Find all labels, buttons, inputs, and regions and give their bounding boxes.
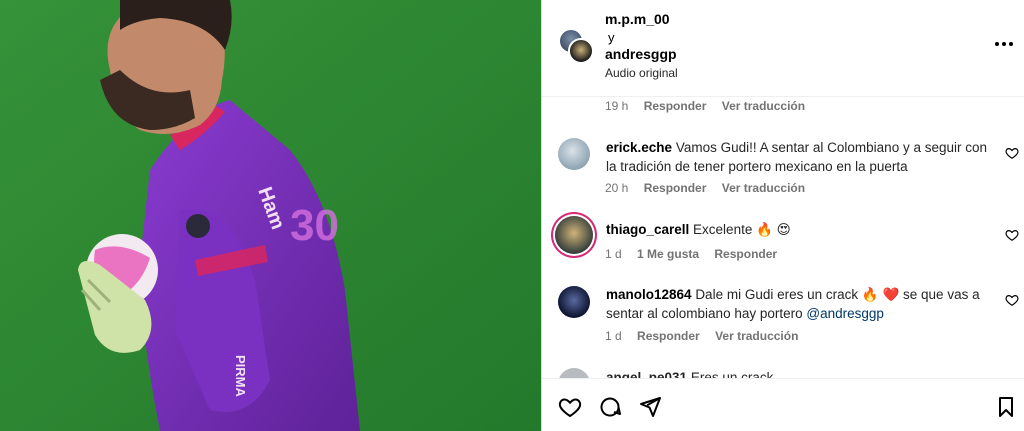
reply-button[interactable]: Responder — [637, 329, 700, 343]
comment-meta: 1 d 1 Me gusta Responder — [605, 247, 789, 261]
comment-meta: 20 h Responder Ver traducción — [605, 181, 817, 195]
avatar[interactable] — [558, 286, 590, 318]
likes-count[interactable]: 1 Me gusta — [637, 247, 699, 261]
comment-meta: 19 h Responder Ver traducción — [605, 99, 817, 113]
heart-icon[interactable] — [558, 395, 582, 419]
reply-button[interactable]: Responder — [644, 99, 707, 113]
reply-button[interactable]: Responder — [714, 247, 777, 261]
comment-text: manolo12864 Dale mi Gudi eres un crack 🔥… — [606, 285, 991, 323]
heart-icon[interactable] — [1005, 293, 1019, 307]
comment-time: 20 h — [605, 181, 629, 195]
heart-icon[interactable] — [1005, 228, 1019, 242]
collab-avatars[interactable] — [558, 28, 596, 66]
comment-username[interactable]: manolo12864 — [606, 287, 692, 302]
comment-meta: 1 d Responder Ver traducción — [605, 329, 810, 343]
reply-button[interactable]: Responder — [644, 181, 707, 195]
avatar[interactable] — [568, 38, 594, 64]
comment-username[interactable]: thiago_carell — [606, 222, 689, 237]
collaborator-username[interactable]: andresggp — [605, 46, 677, 62]
translate-button[interactable]: Ver traducción — [715, 329, 798, 343]
goalkeeper-image: Ham PIRMA 30 — [0, 0, 541, 431]
svg-text:30: 30 — [290, 201, 339, 250]
comment-text: erick.eche Vamos Gudi!! A sentar al Colo… — [606, 138, 991, 176]
comment-emoji: 🔥 😍 — [756, 222, 791, 237]
avatar[interactable] — [558, 138, 590, 170]
translate-button[interactable]: Ver traducción — [722, 99, 805, 113]
comment-time: 1 d — [605, 247, 622, 261]
comment-icon[interactable] — [598, 395, 622, 419]
mention-link[interactable]: @andresggp — [806, 306, 884, 321]
bookmark-icon[interactable] — [994, 395, 1018, 419]
avatar[interactable] — [555, 216, 593, 254]
comment-username[interactable]: erick.eche — [606, 140, 672, 155]
post-actions — [542, 378, 1024, 431]
comments-panel: m.p.m_00 y andresggp Audio original 19 h… — [541, 0, 1024, 431]
svg-text:PIRMA: PIRMA — [233, 355, 248, 398]
comment-emoji: 🔥 ❤️ — [861, 287, 900, 302]
author-username[interactable]: m.p.m_00 — [605, 11, 670, 27]
comment-text: thiago_carell Excelente 🔥 😍 — [606, 220, 991, 239]
comment-time: 1 d — [605, 329, 622, 343]
more-horizontal-icon[interactable] — [994, 36, 1014, 52]
comment-time: 19 h — [605, 99, 629, 113]
post-header: m.p.m_00 y andresggp Audio original — [542, 0, 1024, 97]
post-modal: Ham PIRMA 30 m.p.m_00 y andresggp Audio … — [0, 0, 1024, 431]
comment-body: Dale mi Gudi eres un crack — [695, 287, 859, 302]
audio-label[interactable]: Audio original — [605, 66, 678, 80]
share-icon[interactable] — [638, 395, 662, 419]
post-video[interactable]: Ham PIRMA 30 — [0, 0, 541, 431]
heart-icon[interactable] — [1005, 146, 1019, 160]
translate-button[interactable]: Ver traducción — [722, 181, 805, 195]
comment-body: Excelente — [693, 222, 753, 237]
collab-connector: y — [608, 30, 615, 45]
